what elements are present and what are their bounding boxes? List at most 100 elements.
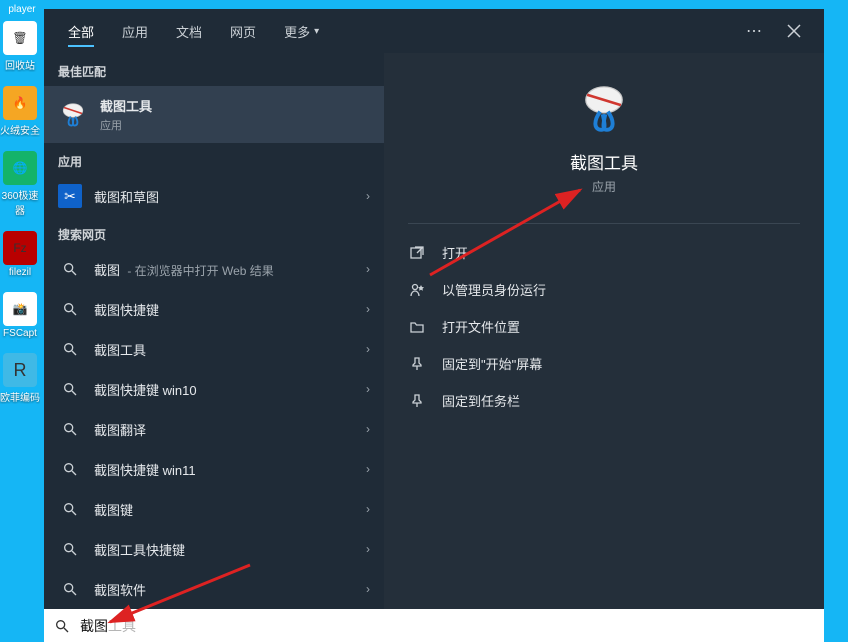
chevron-right-icon: › xyxy=(366,342,370,356)
web-result-text: 截图键 xyxy=(94,503,133,518)
search-icon xyxy=(58,497,82,521)
search-icon xyxy=(58,537,82,561)
action-label: 打开文件位置 xyxy=(442,317,520,336)
chevron-right-icon: › xyxy=(366,302,370,316)
detail-action-admin[interactable]: 以管理员身份运行 xyxy=(408,271,800,308)
result-snipping-tool[interactable]: 截图工具 应用 xyxy=(44,86,384,143)
desktop-icon[interactable]: 🌐360极速器 xyxy=(0,151,40,217)
search-icon xyxy=(58,417,82,441)
chevron-right-icon: › xyxy=(366,582,370,596)
result-snip-sketch[interactable]: ✂ 截图和草图 › xyxy=(44,176,384,216)
search-icon xyxy=(58,257,82,281)
web-search-result[interactable]: 截图翻译 › xyxy=(44,409,384,449)
chevron-right-icon: › xyxy=(366,382,370,396)
tab-apps[interactable]: 应用 xyxy=(108,9,162,53)
search-icon xyxy=(58,457,82,481)
result-title: 截图工具 xyxy=(100,96,370,115)
web-result-text: 截图工具快捷键 xyxy=(94,543,185,558)
app-icon: 🔥 xyxy=(3,86,37,120)
detail-action-pin-task[interactable]: 固定到任务栏 xyxy=(408,382,800,419)
desktop-strip: player 🗑 回收站 🔥 火绒安全 🌐360极速器 Fz filezil 📸 FSCapt R… xyxy=(0,0,44,642)
section-search-web: 搜索网页 xyxy=(44,216,384,249)
web-search-result[interactable]: 截图软件 › xyxy=(44,569,384,609)
desktop-icon[interactable]: R 欧菲编码 xyxy=(0,353,40,404)
search-icon xyxy=(58,377,82,401)
action-label: 固定到"开始"屏幕 xyxy=(442,354,542,373)
web-result-text: 截图快捷键 xyxy=(94,303,159,318)
search-icon xyxy=(54,618,70,634)
detail-action-open[interactable]: 打开 xyxy=(408,234,800,271)
search-icon xyxy=(58,337,82,361)
chevron-right-icon: › xyxy=(366,502,370,516)
desktop-icon-label: filezil xyxy=(0,267,40,278)
web-result-text: 截图快捷键 win11 xyxy=(94,463,196,478)
web-search-result[interactable]: 截图快捷键 › xyxy=(44,289,384,329)
desktop-icon[interactable]: Fz filezil xyxy=(0,231,40,278)
action-label: 以管理员身份运行 xyxy=(442,280,546,299)
web-search-result[interactable]: 截图快捷键 win11 › xyxy=(44,449,384,489)
desktop-icon[interactable]: 📸 FSCapt xyxy=(0,292,40,339)
chevron-right-icon: › xyxy=(366,542,370,556)
folder-icon xyxy=(408,318,426,336)
web-search-result[interactable]: 截图工具 › xyxy=(44,329,384,369)
detail-subtitle: 应用 xyxy=(592,178,616,195)
web-search-result[interactable]: 截图快捷键 win10 › xyxy=(44,369,384,409)
desktop-icon[interactable]: 🗑 回收站 xyxy=(0,21,40,72)
app-icon: 🗑 xyxy=(3,21,37,55)
desktop-icon[interactable]: 🔥 火绒安全 xyxy=(0,86,40,137)
app-icon: R xyxy=(3,353,37,387)
start-search-panel: 全部 应用 文档 网页 更多▾ ⋯ 最佳匹配 截图工具 应用 应用 ✂ xyxy=(44,9,824,609)
search-icon xyxy=(58,297,82,321)
app-icon: 📸 xyxy=(3,292,37,326)
chevron-right-icon: › xyxy=(366,262,370,276)
detail-action-folder[interactable]: 打开文件位置 xyxy=(408,308,800,345)
chevron-down-icon: ▾ xyxy=(314,26,319,37)
desktop-label-player: player xyxy=(0,4,44,15)
web-result-text: 截图翻译 xyxy=(94,423,146,438)
close-icon xyxy=(787,24,801,38)
open-icon xyxy=(408,244,426,262)
web-result-suffix: - 在浏览器中打开 Web 结果 xyxy=(124,264,274,278)
detail-pane: 截图工具 应用 打开以管理员身份运行打开文件位置固定到"开始"屏幕固定到任务栏 xyxy=(384,53,824,609)
taskbar-search-input[interactable]: 截图工具 xyxy=(44,609,824,642)
web-result-text: 截图 xyxy=(94,263,120,278)
section-apps: 应用 xyxy=(44,143,384,176)
more-options-button[interactable]: ⋯ xyxy=(734,11,774,51)
search-icon xyxy=(58,577,82,601)
section-best-match: 最佳匹配 xyxy=(44,53,384,86)
web-result-text: 截图软件 xyxy=(94,583,146,598)
search-tabs: 全部 应用 文档 网页 更多▾ ⋯ xyxy=(44,9,824,53)
app-icon: 🌐 xyxy=(3,151,37,185)
detail-app-icon xyxy=(578,83,630,135)
close-button[interactable] xyxy=(774,11,814,51)
tab-more[interactable]: 更多▾ xyxy=(270,9,333,53)
action-label: 固定到任务栏 xyxy=(442,391,520,410)
tab-web[interactable]: 网页 xyxy=(216,9,270,53)
result-subtitle: 应用 xyxy=(100,117,370,133)
detail-separator xyxy=(408,223,800,224)
web-search-result[interactable]: 截图 - 在浏览器中打开 Web 结果 › xyxy=(44,249,384,289)
admin-icon xyxy=(408,281,426,299)
web-result-text: 截图快捷键 win10 xyxy=(94,383,197,398)
desktop-icon-label: 360极速器 xyxy=(0,187,40,217)
desktop-icon-label: 火绒安全 xyxy=(0,122,40,137)
desktop-icon-label: 回收站 xyxy=(0,57,40,72)
search-typed-text: 截图 xyxy=(80,616,108,636)
chevron-right-icon: › xyxy=(366,189,370,203)
snip-sketch-icon: ✂ xyxy=(58,184,82,208)
app-icon: Fz xyxy=(3,231,37,265)
search-autocomplete-ghost: 工具 xyxy=(108,616,136,636)
tab-all[interactable]: 全部 xyxy=(54,9,108,53)
web-search-result[interactable]: 截图工具快捷键 › xyxy=(44,529,384,569)
chevron-right-icon: › xyxy=(366,462,370,476)
desktop-icon-label: 欧菲编码 xyxy=(0,389,40,404)
web-search-result[interactable]: 截图键 › xyxy=(44,489,384,529)
detail-title: 截图工具 xyxy=(570,149,638,174)
detail-action-pin-start[interactable]: 固定到"开始"屏幕 xyxy=(408,345,800,382)
action-label: 打开 xyxy=(442,243,468,262)
chevron-right-icon: › xyxy=(366,422,370,436)
desktop-icon-label: FSCapt xyxy=(0,328,40,339)
tab-documents[interactable]: 文档 xyxy=(162,9,216,53)
snipping-tool-icon xyxy=(58,100,88,130)
web-result-text: 截图工具 xyxy=(94,343,146,358)
